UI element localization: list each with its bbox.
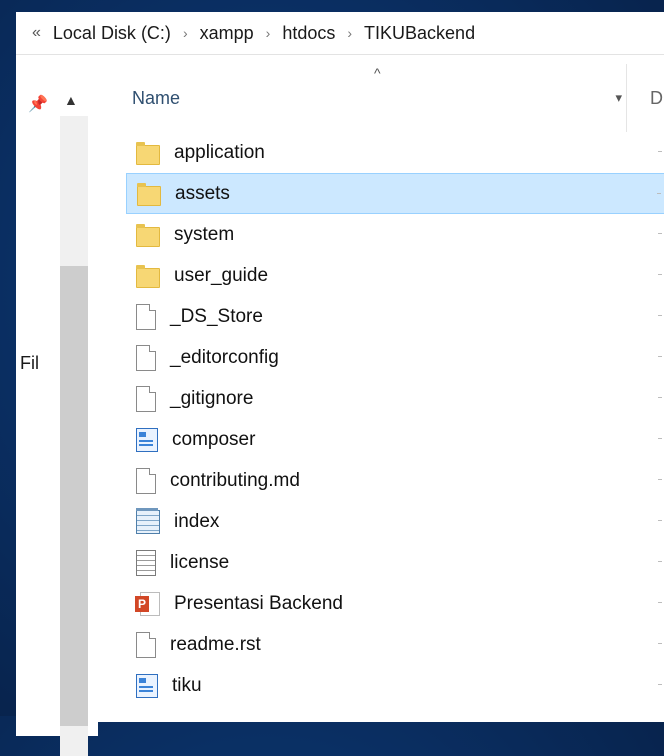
- file-row[interactable]: composer: [126, 419, 664, 460]
- breadcrumb-item-xampp[interactable]: xampp: [196, 23, 258, 44]
- app-file-icon: [136, 673, 158, 698]
- column-divider-mark: [657, 193, 661, 194]
- address-bar[interactable]: « Local Disk (C:) › xampp › htdocs › TIK…: [16, 12, 664, 55]
- folder-icon: [136, 223, 160, 247]
- file-row[interactable]: _DS_Store: [126, 296, 664, 337]
- folder-icon: [136, 141, 160, 165]
- file-row[interactable]: index: [126, 501, 664, 542]
- file-name: application: [174, 141, 265, 163]
- column-divider-mark: [658, 602, 662, 603]
- file-row[interactable]: application: [126, 132, 664, 173]
- powerpoint-file-icon: [135, 591, 160, 616]
- file-row[interactable]: system: [126, 214, 664, 255]
- column-divider-mark: [658, 561, 662, 562]
- file-name: composer: [172, 428, 256, 450]
- breadcrumb-item-local-disk[interactable]: Local Disk (C:): [49, 23, 175, 44]
- file-name: contributing.md: [170, 469, 300, 491]
- column-dropdown-chevron-icon[interactable]: ▾: [615, 90, 622, 106]
- file-icon: [136, 385, 156, 412]
- column-divider-mark: [658, 151, 662, 152]
- file-icon: [136, 303, 156, 330]
- file-row[interactable]: user_guide: [126, 255, 664, 296]
- column-divider-mark: [658, 356, 662, 357]
- navigation-pane: 📌 ▲ Fil: [16, 56, 98, 756]
- file-name: assets: [175, 182, 230, 204]
- column-divider-mark: [658, 397, 662, 398]
- file-name: Presentasi Backend: [174, 592, 343, 614]
- file-name: license: [170, 551, 230, 573]
- folder-icon: [137, 182, 161, 206]
- file-row[interactable]: Presentasi Backend: [126, 583, 664, 624]
- column-divider-mark: [658, 233, 662, 234]
- file-name: index: [174, 510, 220, 532]
- breadcrumb-separator-icon[interactable]: ›: [258, 25, 279, 41]
- file-list: application assets system user_guide _DS_Sto…: [126, 132, 664, 706]
- column-divider-mark: [658, 315, 662, 316]
- file-name: _gitignore: [170, 387, 254, 409]
- file-explorer-window: « Local Disk (C:) › xampp › htdocs › TIK…: [16, 12, 664, 756]
- file-name: _DS_Store: [170, 305, 263, 327]
- file-name: readme.rst: [170, 633, 261, 655]
- folder-icon: [136, 264, 160, 288]
- file-icon: [136, 631, 156, 658]
- column-header-label: Name: [132, 88, 181, 108]
- file-name: system: [174, 223, 235, 245]
- file-row[interactable]: _editorconfig: [126, 337, 664, 378]
- column-divider-mark: [658, 274, 662, 275]
- notepad-file-icon: [136, 507, 160, 534]
- file-row[interactable]: tiku: [126, 665, 664, 706]
- next-column-header-partial[interactable]: D: [650, 88, 663, 109]
- column-divider-mark: [658, 438, 662, 439]
- file-row[interactable]: _gitignore: [126, 378, 664, 419]
- column-divider-mark: [658, 643, 662, 644]
- sort-up-arrow-icon: ^: [374, 65, 381, 81]
- column-divider-mark: [658, 684, 662, 685]
- column-divider-mark: [658, 479, 662, 480]
- app-file-icon: [136, 427, 158, 452]
- file-icon: [136, 467, 156, 494]
- text-file-icon: [136, 549, 156, 576]
- file-name: _editorconfig: [170, 346, 279, 368]
- pin-icon[interactable]: 📌: [28, 94, 48, 114]
- column-divider-mark: [658, 520, 662, 521]
- nav-scrollbar-thumb[interactable]: [60, 266, 88, 726]
- breadcrumb-item-tikubackend[interactable]: TIKUBackend: [360, 23, 479, 44]
- file-name: tiku: [172, 674, 202, 696]
- breadcrumb-separator-icon[interactable]: ›: [339, 25, 360, 41]
- file-name: user_guide: [174, 264, 269, 286]
- file-row[interactable]: contributing.md: [126, 460, 664, 501]
- file-icon: [136, 344, 156, 371]
- breadcrumb-overflow-icon[interactable]: «: [16, 24, 49, 42]
- breadcrumb-separator-icon[interactable]: ›: [175, 25, 196, 41]
- file-row[interactable]: assets: [126, 173, 664, 214]
- nav-item-label[interactable]: Fil: [20, 353, 39, 374]
- chevron-up-icon[interactable]: ▲: [64, 92, 78, 108]
- column-header-name[interactable]: ^ Name ▾: [98, 64, 627, 132]
- file-row[interactable]: license: [126, 542, 664, 583]
- file-row[interactable]: readme.rst: [126, 624, 664, 665]
- breadcrumb-item-htdocs[interactable]: htdocs: [278, 23, 339, 44]
